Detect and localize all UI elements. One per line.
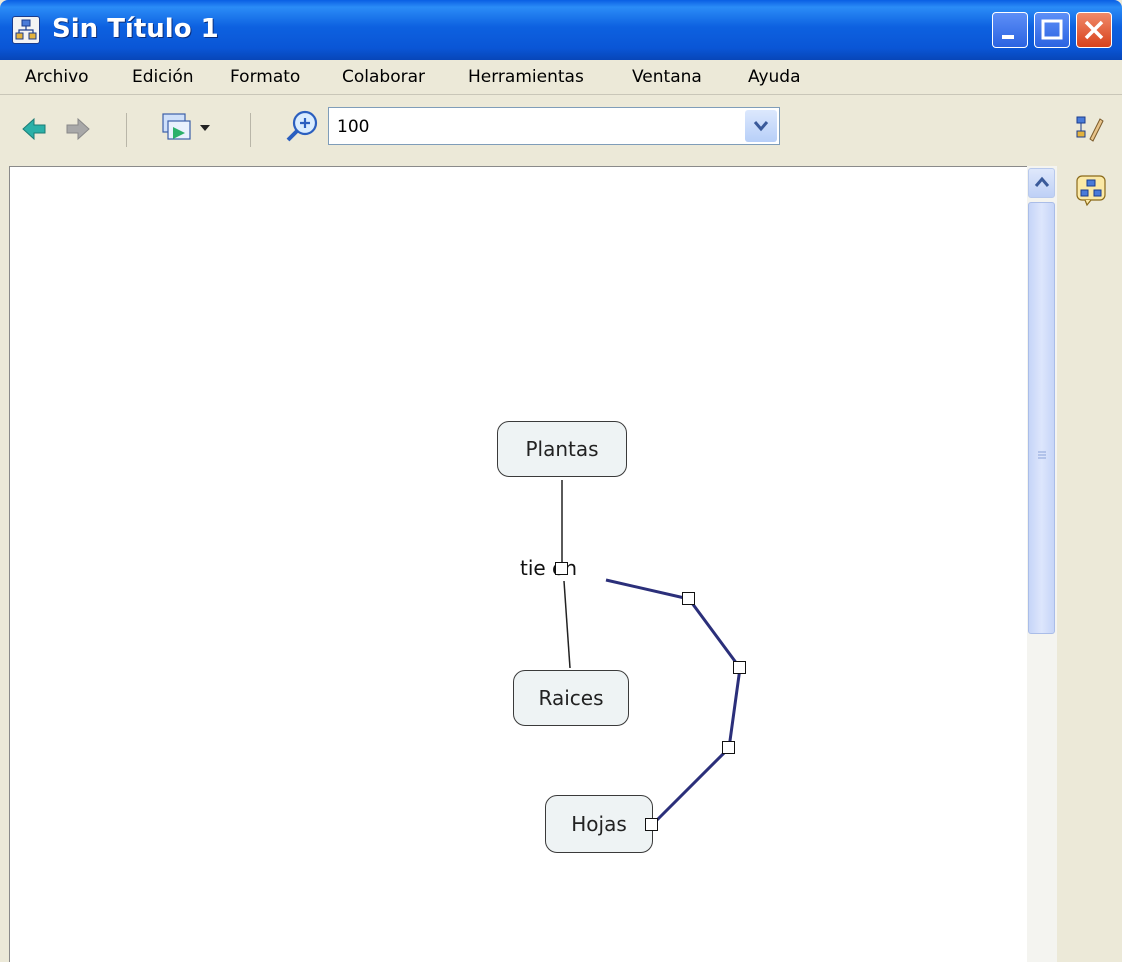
link-handle[interactable] xyxy=(682,592,695,605)
scroll-thumb[interactable] xyxy=(1028,202,1055,634)
right-panel xyxy=(1057,166,1122,962)
scroll-up-button[interactable] xyxy=(1028,168,1055,198)
concept-node-hojas[interactable]: Hojas xyxy=(545,795,653,853)
concept-label: Hojas xyxy=(571,812,627,836)
link-line xyxy=(563,580,571,669)
concept-map-icon[interactable] xyxy=(1075,174,1107,210)
linking-phrase[interactable]: tie en xyxy=(520,556,577,580)
concept-label: Raices xyxy=(538,686,604,710)
concept-node-raices[interactable]: Raices xyxy=(513,670,629,726)
link-handle[interactable] xyxy=(555,562,568,575)
vertical-scrollbar[interactable] xyxy=(1027,166,1057,962)
concept-node-plantas[interactable]: Plantas xyxy=(497,421,627,477)
link-handle[interactable] xyxy=(733,661,746,674)
link-handle[interactable] xyxy=(722,741,735,754)
concept-label: Plantas xyxy=(525,437,599,461)
link-handle[interactable] xyxy=(645,818,658,831)
